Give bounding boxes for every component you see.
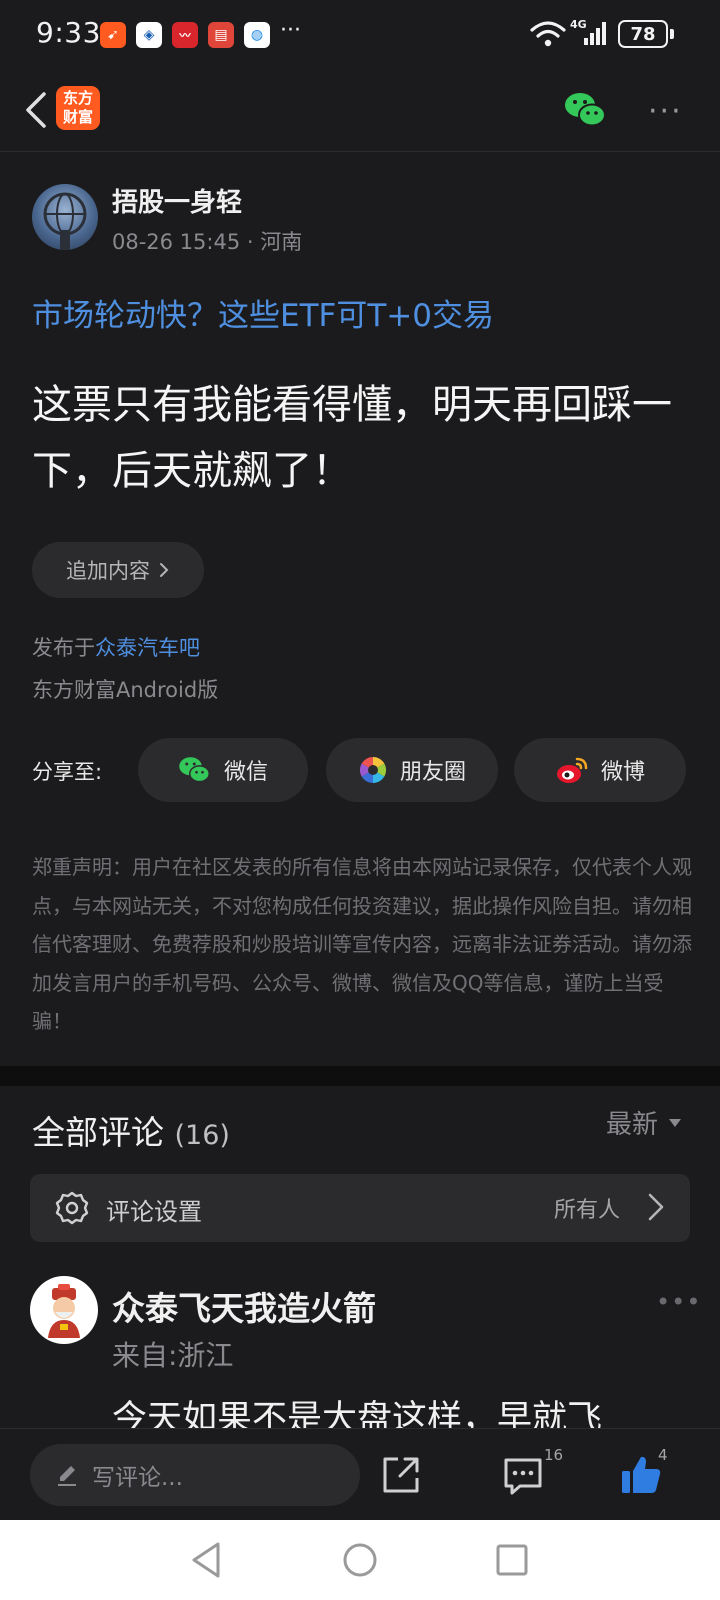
back-arrow-icon (26, 92, 46, 128)
more-options-icon[interactable]: ··· (648, 94, 683, 129)
add-content-label: 追加内容 (66, 559, 150, 583)
commenter-avatar[interactable] (30, 1276, 98, 1344)
commenter-location: 来自:浙江 (112, 1339, 234, 1372)
battery-indicator: 78 (618, 20, 668, 48)
comment-input[interactable]: 写评论... (30, 1444, 360, 1506)
like-count-badge: 4 (658, 1446, 668, 1464)
published-prefix: 发布于 (32, 636, 95, 660)
share-wechat-button[interactable]: 微信 (138, 738, 308, 802)
post-meta: 08-26 15:45 · 河南 (112, 230, 303, 254)
stock-app-icon: 〰 (172, 22, 198, 48)
sort-label: 最新 (606, 1110, 659, 1140)
more-notifications-icon: ··· (280, 18, 301, 43)
app-logo[interactable]: 东方 财富 (56, 86, 100, 130)
comments-title: 全部评论 (16) (32, 1106, 230, 1154)
wechat-icon (179, 757, 210, 783)
book-app-icon: ▤ (208, 22, 234, 48)
signal-icon: 4G (570, 18, 608, 48)
disclaimer-text: 郑重声明：用户在社区发表的所有信息将由本网站记录保存，仅代表个人观点，与本网站无… (32, 855, 692, 1033)
share-weibo-label: 微博 (600, 760, 645, 785)
author-name[interactable]: 捂股一身轻 (112, 182, 242, 219)
wechat-share-icon[interactable] (564, 90, 608, 130)
nav-home-icon[interactable] (338, 1538, 382, 1582)
browser-app-icon: ◍ (244, 22, 270, 48)
gear-icon (55, 1191, 89, 1225)
comments-count: (16) (174, 1120, 230, 1151)
share-moments-label: 朋友圈 (399, 760, 466, 785)
pencil-icon (58, 1466, 76, 1486)
nav-recents-icon[interactable] (490, 1538, 534, 1582)
comment-settings-value: 所有人 (554, 1198, 621, 1223)
sort-dropdown[interactable]: 最新 (606, 1104, 682, 1141)
comment-input-placeholder: 写评论... (92, 1465, 183, 1491)
share-external-icon[interactable] (378, 1452, 424, 1498)
comments-button[interactable]: 16 (500, 1446, 564, 1498)
author-avatar[interactable] (32, 184, 98, 250)
wifi-icon (530, 21, 566, 47)
status-time: 9:33 (36, 16, 101, 49)
add-content-button[interactable]: 追加内容 (32, 542, 204, 598)
nav-back-icon[interactable] (186, 1538, 230, 1582)
share-weibo-button[interactable]: 微博 (514, 738, 686, 802)
app-header (0, 70, 720, 152)
section-divider (0, 1066, 720, 1086)
caret-down-icon (669, 1118, 682, 1127)
forum-link[interactable]: 众泰汽车吧 (95, 636, 200, 660)
comment-settings-label: 评论设置 (106, 1198, 202, 1226)
published-in: 发布于众泰汽车吧 (32, 632, 200, 662)
commenter-name[interactable]: 众泰飞天我造火箭 (112, 1282, 376, 1330)
topic-ad-link[interactable]: 市场轮动快？这些ETF可T+0交易 (32, 290, 494, 335)
comment-more-icon[interactable]: ••• (656, 1288, 701, 1316)
like-button[interactable]: 4 (618, 1446, 678, 1498)
transfer-app-icon: ➹ (100, 22, 126, 48)
bank-app-icon: ◈ (136, 22, 162, 48)
chevron-right-icon (160, 563, 169, 577)
comments-title-label: 全部评论 (32, 1113, 164, 1152)
moments-icon (359, 756, 387, 784)
weibo-icon (556, 757, 588, 783)
battery-tip (670, 29, 674, 39)
share-wechat-label: 微信 (223, 760, 268, 785)
client-info: 东方财富Android版 (32, 678, 219, 702)
comment-bubble-icon (504, 1458, 542, 1495)
back-button[interactable] (14, 88, 58, 132)
chevron-right-icon (648, 1193, 664, 1221)
share-label: 分享至: (32, 760, 103, 784)
post-body: 这票只有我能看得懂，明天再回踩一下，后天就飙了！ (32, 382, 672, 494)
comment-count-badge: 16 (544, 1446, 564, 1464)
share-moments-button[interactable]: 朋友圈 (326, 738, 498, 802)
